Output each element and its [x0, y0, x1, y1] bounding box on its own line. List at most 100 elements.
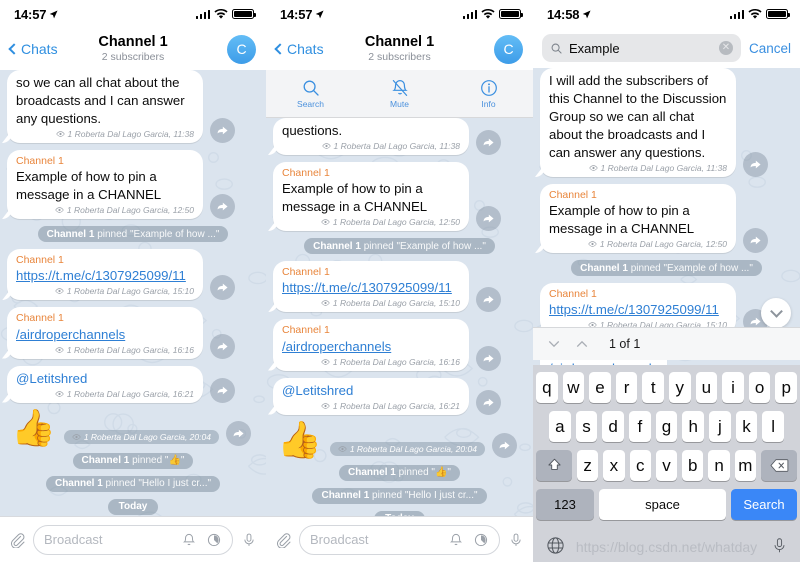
- cancel-search-button[interactable]: Cancel: [749, 41, 791, 56]
- shift-key[interactable]: [536, 450, 572, 481]
- avatar[interactable]: C: [227, 34, 256, 64]
- paperclip-icon[interactable]: [9, 532, 25, 548]
- forward-button[interactable]: [210, 275, 235, 301]
- search-input[interactable]: Example ✕: [542, 34, 741, 62]
- back-to-chats-button[interactable]: Chats: [8, 41, 58, 57]
- key-x[interactable]: x: [603, 450, 625, 481]
- key-z[interactable]: z: [577, 450, 599, 481]
- key-d[interactable]: d: [602, 411, 624, 442]
- key-s[interactable]: s: [575, 411, 598, 442]
- key-q[interactable]: q: [536, 372, 558, 403]
- action-info[interactable]: Info: [444, 78, 533, 109]
- message-row[interactable]: Channel 1 https://t.me/c/1307925099/11 1 R…: [273, 261, 526, 313]
- key-o[interactable]: o: [748, 372, 771, 403]
- message-row[interactable]: I will add the subscribers of this Chann…: [540, 68, 793, 177]
- message-row[interactable]: questions. 1 Roberta Dal Lago Garcia, 11:…: [273, 118, 526, 155]
- forward-button[interactable]: [210, 377, 235, 403]
- message-bubble[interactable]: @Letitshred 1 Roberta Dal Lago Garcia, 16…: [7, 365, 203, 403]
- action-search[interactable]: Search: [266, 78, 355, 109]
- forward-button[interactable]: [476, 287, 501, 313]
- forward-button[interactable]: [743, 152, 768, 177]
- chevron-down-icon[interactable]: [547, 337, 561, 351]
- message-row[interactable]: Channel 1 Example of how to pin a message…: [7, 150, 259, 220]
- message-bubble[interactable]: Channel 1 Example of how to pin a message…: [273, 162, 469, 232]
- forward-button[interactable]: [210, 194, 235, 220]
- message-text[interactable]: @Letitshred: [16, 370, 87, 387]
- forward-button[interactable]: [225, 420, 251, 446]
- key-b[interactable]: b: [682, 450, 704, 481]
- key-h[interactable]: h: [682, 411, 705, 442]
- numbers-key[interactable]: 123: [536, 489, 594, 520]
- key-a[interactable]: a: [548, 411, 571, 442]
- key-j[interactable]: j: [709, 411, 731, 442]
- message-bubble[interactable]: @Letitshred 1 Roberta Dal Lago Garcia, 16…: [273, 377, 469, 415]
- message-text[interactable]: https://t.me/c/1307925099/11: [549, 302, 719, 317]
- message-text[interactable]: /airdroperchannels: [282, 339, 391, 354]
- broadcast-input[interactable]: Broadcast: [33, 524, 233, 555]
- forward-button[interactable]: [476, 389, 501, 415]
- backspace-key[interactable]: [761, 450, 797, 481]
- globe-icon[interactable]: [546, 536, 565, 555]
- forward-button[interactable]: [476, 345, 501, 371]
- message-row[interactable]: Channel 1/airdroperchannels 1 Roberta Dal…: [7, 307, 259, 359]
- message-bubble[interactable]: so we can all chat about the broadcasts …: [7, 70, 203, 143]
- microphone-icon[interactable]: [508, 532, 524, 548]
- key-k[interactable]: k: [735, 411, 758, 442]
- avatar[interactable]: C: [494, 34, 523, 64]
- key-i[interactable]: i: [722, 372, 744, 403]
- message-text[interactable]: https://t.me/c/1307925099/11: [16, 268, 186, 283]
- emoji-message[interactable]: 👍 1 Roberta Dal Lago Garcia, 20:04: [273, 421, 526, 458]
- forward-button[interactable]: [743, 228, 768, 254]
- key-l[interactable]: l: [762, 411, 785, 442]
- forward-button[interactable]: [491, 432, 517, 458]
- key-n[interactable]: n: [708, 450, 730, 481]
- key-p[interactable]: p: [775, 372, 797, 403]
- broadcast-input[interactable]: Broadcast: [299, 524, 500, 555]
- key-v[interactable]: v: [655, 450, 678, 481]
- back-to-chats-button[interactable]: Chats: [274, 41, 324, 57]
- key-y[interactable]: y: [669, 372, 691, 403]
- forward-button[interactable]: [210, 118, 235, 143]
- forward-button[interactable]: [476, 206, 501, 232]
- message-row[interactable]: Channel 1 Example of how to pin a message…: [273, 162, 526, 232]
- message-bubble[interactable]: Channel 1/airdroperchannels 1 Roberta Dal…: [273, 319, 469, 371]
- message-row[interactable]: Channel 1/airdroperchannels 1 Roberta Dal…: [273, 319, 526, 371]
- chat-area-1[interactable]: so we can all chat about the broadcasts …: [0, 70, 266, 516]
- bell-icon[interactable]: [448, 532, 464, 548]
- clear-circle-icon[interactable]: ✕: [718, 41, 733, 55]
- message-bubble[interactable]: Channel 1 Example of how to pin a message…: [7, 150, 203, 220]
- emoji-message[interactable]: 👍 1 Roberta Dal Lago Garcia, 20:04: [7, 409, 259, 446]
- microphone-icon[interactable]: [772, 536, 787, 555]
- message-bubble[interactable]: Channel 1 Example of how to pin a message…: [540, 184, 736, 254]
- message-bubble[interactable]: Channel 1 https://t.me/c/1307925099/11 1 R…: [273, 261, 469, 313]
- space-key[interactable]: space: [599, 489, 726, 520]
- message-row[interactable]: @Letitshred 1 Roberta Dal Lago Garcia, 16…: [7, 365, 259, 403]
- search-key[interactable]: Search: [731, 489, 797, 520]
- paperclip-icon[interactable]: [275, 532, 291, 548]
- key-c[interactable]: c: [629, 450, 651, 481]
- microphone-icon[interactable]: [241, 532, 257, 548]
- message-text[interactable]: @Letitshred: [282, 382, 353, 399]
- action-mute[interactable]: Mute: [355, 78, 444, 109]
- chat-area-2[interactable]: questions. 1 Roberta Dal Lago Garcia, 11:…: [266, 118, 533, 516]
- chevron-up-icon[interactable]: [575, 337, 589, 351]
- message-row[interactable]: @Letitshred 1 Roberta Dal Lago Garcia, 16…: [273, 377, 526, 415]
- key-u[interactable]: u: [695, 372, 718, 403]
- message-bubble[interactable]: Channel 1 https://t.me/c/1307925099/11 1 R…: [7, 249, 203, 301]
- timer-icon[interactable]: [473, 532, 489, 548]
- key-e[interactable]: e: [589, 372, 611, 403]
- message-bubble[interactable]: I will add the subscribers of this Chann…: [540, 68, 736, 177]
- message-text[interactable]: /airdroperchannels: [16, 327, 125, 342]
- key-t[interactable]: t: [642, 372, 664, 403]
- key-f[interactable]: f: [629, 411, 651, 442]
- bell-icon[interactable]: [181, 532, 197, 548]
- timer-icon[interactable]: [206, 532, 222, 548]
- message-bubble[interactable]: questions. 1 Roberta Dal Lago Garcia, 11:…: [273, 118, 469, 155]
- message-bubble[interactable]: Channel 1/airdroperchannels 1 Roberta Dal…: [7, 307, 203, 359]
- message-text[interactable]: https://t.me/c/1307925099/11: [282, 280, 452, 295]
- forward-button[interactable]: [476, 130, 501, 155]
- message-row[interactable]: Channel 1 Example of how to pin a message…: [540, 184, 793, 254]
- key-r[interactable]: r: [615, 372, 638, 403]
- scroll-to-bottom-button[interactable]: [761, 298, 791, 328]
- key-g[interactable]: g: [655, 411, 678, 442]
